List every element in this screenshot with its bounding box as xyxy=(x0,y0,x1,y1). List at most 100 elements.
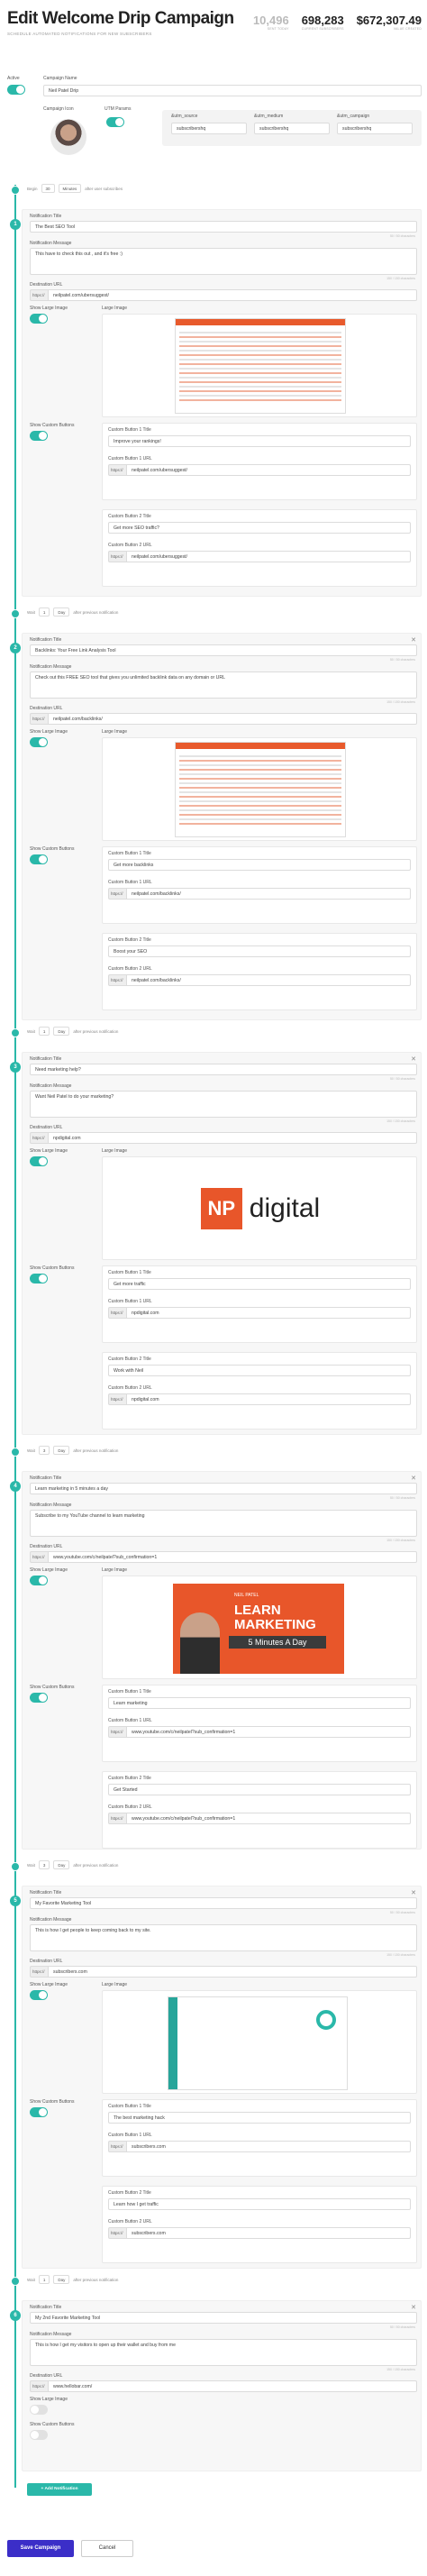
protocol-select[interactable]: https:// xyxy=(108,2227,126,2239)
close-icon[interactable]: ✕ xyxy=(411,1475,416,1482)
button-1-url-input[interactable]: www.youtube.com/c/neilpatel?sub_confirma… xyxy=(126,1726,411,1738)
button-2-title-input[interactable]: Get more SEO traffic? xyxy=(108,522,411,534)
show-image-toggle[interactable] xyxy=(30,1576,48,1585)
delay-unit-select[interactable]: Day xyxy=(53,607,70,617)
title-input[interactable]: Need marketing help? xyxy=(30,1064,417,1075)
message-textarea[interactable]: This is how I get my visitors to open up… xyxy=(30,2339,417,2366)
utm-medium-input[interactable]: subscribershq xyxy=(254,123,330,134)
protocol-select[interactable]: https:// xyxy=(30,289,48,301)
delay-unit-select[interactable]: Day xyxy=(53,1860,70,1869)
image-dropzone[interactable]: NEIL PATEL LEARN MARKETING 5 Minutes A Day xyxy=(102,1576,417,1679)
delay-amount-input[interactable]: 1 xyxy=(38,2275,50,2284)
protocol-select[interactable]: https:// xyxy=(108,1307,126,1319)
close-icon[interactable]: ✕ xyxy=(411,1889,416,1896)
protocol-select[interactable]: https:// xyxy=(108,974,126,986)
show-image-toggle[interactable] xyxy=(30,1990,48,2000)
destination-input[interactable]: www.hellobar.com/ xyxy=(48,2380,417,2392)
delay-amount-input[interactable]: 1 xyxy=(38,1027,50,1036)
image-dropzone[interactable] xyxy=(102,737,417,841)
delay-amount-input[interactable]: 1 xyxy=(38,607,50,617)
message-textarea[interactable]: Subscribe to my YouTube channel to learn… xyxy=(30,1510,417,1537)
avatar[interactable] xyxy=(50,119,86,155)
protocol-select[interactable]: https:// xyxy=(108,2141,126,2152)
button-1-title-input[interactable]: Get more traffic xyxy=(108,1278,411,1290)
utm-campaign-input[interactable]: subscribershq xyxy=(337,123,413,134)
delay-unit-select[interactable]: Day xyxy=(53,1446,70,1455)
button-2-title-input[interactable]: Work with Neil xyxy=(108,1365,411,1376)
utm-toggle[interactable] xyxy=(106,117,124,127)
message-textarea[interactable]: Check out this FREE SEO tool that gives … xyxy=(30,671,417,699)
protocol-select[interactable]: https:// xyxy=(108,464,126,476)
protocol-select[interactable]: https:// xyxy=(108,1726,126,1738)
button-2-url-input[interactable]: npdigital.com xyxy=(126,1393,411,1405)
delay-unit-select[interactable]: Day xyxy=(53,1027,70,1036)
button-1-title-input[interactable]: Improve your rankings! xyxy=(108,435,411,447)
show-image-toggle[interactable] xyxy=(30,2405,48,2415)
image-dropzone[interactable]: NP digital xyxy=(102,1156,417,1260)
image-dropzone[interactable] xyxy=(102,1990,417,2094)
utm-source-input[interactable]: subscribershq xyxy=(171,123,247,134)
show-buttons-toggle[interactable] xyxy=(30,2107,48,2117)
destination-input[interactable]: neilpatel.com/backlinks/ xyxy=(48,713,417,725)
show-image-toggle[interactable] xyxy=(30,737,48,747)
destination-input[interactable]: neilpatel.com/ubersuggest/ xyxy=(48,289,417,301)
show-buttons-toggle[interactable] xyxy=(30,431,48,441)
button-2-title-input[interactable]: Get Started xyxy=(108,1784,411,1795)
protocol-select[interactable]: https:// xyxy=(108,551,126,562)
active-toggle[interactable] xyxy=(7,85,25,95)
button-1-title-input[interactable]: Learn marketing xyxy=(108,1697,411,1709)
button-2-url-input[interactable]: neilpatel.com/backlinks/ xyxy=(126,974,411,986)
protocol-select[interactable]: https:// xyxy=(30,713,48,725)
show-buttons-toggle[interactable] xyxy=(30,2430,48,2440)
protocol-select[interactable]: https:// xyxy=(108,1393,126,1405)
image-dropzone[interactable] xyxy=(102,314,417,417)
button-1-title-input[interactable]: Get more backlinks xyxy=(108,859,411,871)
protocol-select[interactable]: https:// xyxy=(30,2380,48,2392)
cancel-button[interactable]: Cancel xyxy=(81,2540,133,2557)
delay-amount-input[interactable]: 3 xyxy=(38,1860,50,1869)
button-1-url-input[interactable]: neilpatel.com/ubersuggest/ xyxy=(126,464,411,476)
destination-input[interactable]: npdigital.com xyxy=(48,1132,417,1144)
close-icon[interactable]: ✕ xyxy=(411,1055,416,1063)
show-buttons-toggle[interactable] xyxy=(30,1274,48,1283)
button-1-url-input[interactable]: subscribers.com xyxy=(126,2141,411,2152)
button-1-title-input[interactable]: The best marketing hack xyxy=(108,2112,411,2124)
protocol-select[interactable]: https:// xyxy=(30,1551,48,1563)
button-2-url-input[interactable]: subscribers.com xyxy=(126,2227,411,2239)
delay-unit-select[interactable]: Minutes xyxy=(58,184,82,193)
show-buttons-toggle[interactable] xyxy=(30,1693,48,1703)
title-input[interactable]: The Best SEO Tool xyxy=(30,221,417,233)
show-image-toggle[interactable] xyxy=(30,314,48,324)
save-campaign-button[interactable]: Save Campaign xyxy=(7,2540,74,2557)
delay-unit-select[interactable]: Day xyxy=(53,2275,70,2284)
title-input[interactable]: My Favorite Marketing Tool xyxy=(30,1897,417,1909)
protocol-select[interactable]: https:// xyxy=(30,1132,48,1144)
protocol-select[interactable]: https:// xyxy=(108,888,126,900)
button-2-title-input[interactable]: Learn how I get traffic xyxy=(108,2198,411,2210)
show-image-toggle[interactable] xyxy=(30,1156,48,1166)
close-icon[interactable]: ✕ xyxy=(411,636,416,644)
message-textarea[interactable]: This have to check this out , and it's f… xyxy=(30,248,417,275)
button-1-url-input[interactable]: neilpatel.com/backlinks/ xyxy=(126,888,411,900)
delay-amount-input[interactable]: 3 xyxy=(38,1446,50,1455)
button-1-url-input[interactable]: npdigital.com xyxy=(126,1307,411,1319)
delay-suffix: after previous notification xyxy=(73,609,119,615)
protocol-select[interactable]: https:// xyxy=(30,1966,48,1978)
title-input[interactable]: Learn marketing in 5 minutes a day xyxy=(30,1483,417,1494)
show-buttons-toggle[interactable] xyxy=(30,854,48,864)
button-2-title-input[interactable]: Boost your SEO xyxy=(108,945,411,957)
message-textarea[interactable]: Want Neil Patel to do your marketing? xyxy=(30,1091,417,1118)
close-icon[interactable]: ✕ xyxy=(411,2304,416,2311)
message-textarea[interactable]: This is how I get people to keep coming … xyxy=(30,1924,417,1951)
delay-amount-input[interactable]: 30 xyxy=(41,184,55,193)
add-notification-button[interactable]: + Add Notification xyxy=(27,2483,92,2496)
destination-input[interactable]: subscribers.com xyxy=(48,1966,417,1978)
campaign-name-input[interactable]: Neil Patel Drip xyxy=(43,85,422,96)
protocol-select[interactable]: https:// xyxy=(108,1813,126,1824)
destination-input[interactable]: www.youtube.com/c/neilpatel?sub_confirma… xyxy=(48,1551,417,1563)
button-2-url-input[interactable]: www.youtube.com/c/neilpatel?sub_confirma… xyxy=(126,1813,411,1824)
button-2-url-input[interactable]: neilpatel.com/ubersuggest/ xyxy=(126,551,411,562)
youtube-thumbnail: NEIL PATEL LEARN MARKETING 5 Minutes A Day xyxy=(173,1584,344,1674)
title-input[interactable]: My 2nd Favorite Marketing Tool xyxy=(30,2312,417,2324)
title-input[interactable]: Backlinks: Your Free Link Analysis Tool xyxy=(30,644,417,656)
